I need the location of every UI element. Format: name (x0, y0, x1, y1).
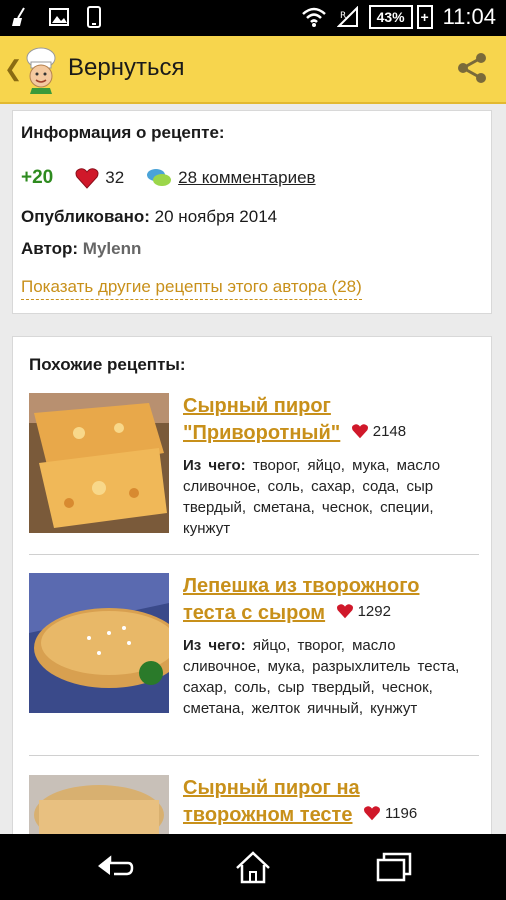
heart-icon (75, 168, 99, 189)
navigation-bar (0, 834, 506, 900)
heart-icon (336, 604, 353, 619)
clock: 11:04 (442, 4, 496, 29)
similar-recipes-title: Похожие рецепты: (29, 355, 186, 374)
status-bar-notifications (10, 6, 102, 28)
heart-icon (351, 424, 368, 439)
rating-value: +20 (21, 167, 54, 188)
comments-icon (147, 169, 172, 186)
similar-recipes-card: Похожие рецепты: Сырный пирог "Приворотн… (12, 336, 492, 836)
battery-level: 43% (368, 5, 413, 29)
comments-link[interactable]: 28 комментариев (146, 167, 316, 189)
signal-icon: R (336, 6, 358, 27)
app-bar: ❮ Вернуться (0, 36, 506, 104)
heart-icon (363, 806, 380, 821)
divider (29, 554, 479, 555)
image-icon (49, 8, 69, 26)
recipe-likes: 2148 (351, 423, 406, 440)
published-date: 20 ноября 2014 (154, 207, 278, 226)
recipe-body: Лепешка из творожного теста с сыром 1292… (183, 573, 473, 719)
author-name[interactable]: Mylenn (83, 239, 142, 258)
author-label: Автор: (21, 239, 79, 258)
likes-counter[interactable]: 32 (75, 167, 124, 189)
likes-count: 32 (105, 168, 125, 187)
recipe-likes-count: 1292 (357, 602, 391, 620)
recipe-likes: 1196 (363, 805, 417, 822)
home-icon[interactable] (231, 848, 275, 886)
recipe-likes: 1292 (336, 603, 391, 620)
charging-icon: + (416, 5, 433, 29)
author-row: Автор: Mylenn (21, 239, 141, 259)
recipe-likes-count: 1196 (384, 804, 418, 822)
battery-indicator: 43% + (368, 5, 433, 29)
recipe-item[interactable]: Сырный пирог "Приворотный" 2148 Из чего:… (29, 393, 479, 573)
recipe-ingredients: Из чего: творог, яйцо, мука, масло сливо… (183, 455, 473, 539)
share-icon[interactable] (454, 50, 490, 86)
recipe-body: Сырный пирог на творожном тесте 1196 (183, 775, 473, 829)
wifi-icon (301, 7, 326, 27)
recent-apps-icon[interactable] (372, 848, 416, 886)
author-recipes-link[interactable]: Показать другие рецепты этого автора (28… (21, 277, 362, 300)
recipe-title[interactable]: Сырный пирог "Приворотный" (183, 395, 340, 444)
app-bar-title[interactable]: Вернуться (68, 54, 184, 82)
recipe-photo[interactable] (29, 775, 169, 836)
broom-icon (12, 7, 25, 26)
recipe-photo[interactable] (29, 573, 169, 713)
published-row: Опубликовано: 20 ноября 2014 (21, 207, 277, 227)
phone-icon (87, 6, 101, 28)
recipe-info-card: Информация о рецепте: +20 32 28 коммента… (12, 110, 492, 314)
recipe-item[interactable]: Лепешка из творожного теста с сыром 1292… (29, 573, 479, 753)
recipe-photo[interactable] (29, 393, 169, 533)
chef-logo-icon[interactable] (16, 44, 66, 94)
ingredients-label: Из чего: (183, 457, 246, 474)
ingredients-label: Из чего: (183, 637, 246, 654)
recipe-stats: +20 32 28 комментариев (21, 167, 316, 189)
status-bar: R 43% + 11:04 (0, 0, 506, 36)
divider (29, 755, 479, 756)
svg-text:R: R (340, 11, 346, 21)
recipe-info-title: Информация о рецепте: (21, 123, 225, 142)
published-label: Опубликовано: (21, 207, 150, 226)
comments-count[interactable]: 28 комментариев (178, 168, 315, 188)
recipe-title[interactable]: Сырный пирог на творожном тесте (183, 777, 360, 826)
recipe-body: Сырный пирог "Приворотный" 2148 Из чего:… (183, 393, 473, 539)
status-bar-system: R 43% + 11:04 (301, 4, 496, 30)
recipe-likes-count: 2148 (372, 422, 407, 440)
back-icon[interactable] (92, 848, 136, 886)
recipe-item[interactable]: Сырный пирог на творожном тесте 1196 (29, 775, 479, 836)
recipe-ingredients: Из чего: яйцо, творог, масло сливочное, … (183, 635, 473, 719)
